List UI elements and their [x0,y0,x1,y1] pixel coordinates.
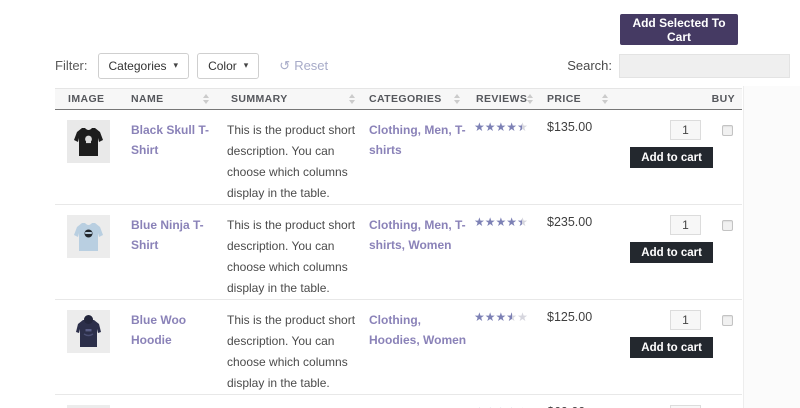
product-name-link[interactable]: Blue Ninja T-Shirt [119,215,223,255]
blue-woo-hoodie-thumbnail[interactable] [67,310,110,353]
product-name-link[interactable]: Black Skull T-Shirt [119,120,223,160]
add-selected-to-cart-button[interactable]: Add Selected To Cart [620,14,738,45]
image-cell: WOO [55,395,119,408]
filter-label: Filter: [55,58,88,73]
chevron-down-icon: ▾ [243,60,249,70]
table-row: Black Skull T-Shirt This is the product … [55,110,742,205]
star-rating: ★★★★★★ [474,215,528,229]
buy-cell: Add to cart [622,300,742,358]
color-filter-dropdown[interactable]: Color ▾ [197,52,260,79]
column-header-image: IMAGE [68,93,105,105]
image-cell [55,205,119,258]
categories-filter-dropdown[interactable]: Categories ▾ [97,52,190,79]
product-name-link[interactable]: Blue Woo Hoodie [119,310,223,350]
table-toolbar: Filter: Categories ▾ Color ▾ ↺ Reset Sea… [55,52,790,79]
product-price: $60.00 [547,395,622,408]
product-table-page: Add Selected To Cart Filter: Categories … [0,0,800,408]
product-summary: This is the product short description. Y… [227,123,356,200]
sort-icon[interactable] [602,94,608,104]
product-categories-links[interactable]: Clothing, Men, T-shirts [369,120,474,160]
add-to-cart-button[interactable]: Add to cart [630,242,713,263]
sort-icon[interactable] [527,94,534,104]
page-right-gutter [743,86,800,408]
column-header-reviews[interactable]: REVIEWS [474,93,547,105]
chevron-down-icon: ▾ [173,60,179,70]
quantity-input[interactable] [670,310,701,330]
buy-cell: Add to cart [622,205,742,263]
blue-ninja-t-shirt-thumbnail[interactable] [67,215,110,258]
column-header-buy: BUY [711,93,735,105]
image-cell [55,110,119,163]
reset-icon: ↺ [279,57,291,73]
add-to-cart-button[interactable]: Add to cart [630,147,713,168]
product-summary: This is the product short description. Y… [227,218,356,295]
categories-filter-label: Categories [108,58,167,73]
black-skull-t-shirt-thumbnail[interactable] [67,120,110,163]
product-table: IMAGE NAME SUMMARY CATEGORIES REVIEWS PR… [55,88,742,408]
reset-label: Reset [294,58,329,73]
select-product-checkbox[interactable] [722,219,733,231]
table-row: Blue Woo Hoodie This is the product shor… [55,300,742,395]
reset-filters-link[interactable]: ↺ Reset [279,58,328,74]
star-rating: ★★★★★★ [474,395,547,408]
table-header-row: IMAGE NAME SUMMARY CATEGORIES REVIEWS PR… [55,88,742,110]
table-row: WOO Blue Woo Poster This is the product … [55,395,742,408]
product-categories-links[interactable]: Clothing, Men, T-shirts, Women [369,215,474,255]
product-price: $125.00 [547,310,593,324]
buy-cell: Add to cart [622,395,742,408]
search-label: Search: [567,58,612,73]
select-product-checkbox[interactable] [722,124,733,136]
sort-icon[interactable] [454,94,460,104]
product-categories-links[interactable]: Clothing, Hoodies, Women [369,310,474,350]
quantity-input[interactable] [670,120,701,140]
quantity-input[interactable] [670,215,701,235]
column-header-summary[interactable]: SUMMARY [223,93,369,105]
buy-cell: Add to cart [622,110,742,168]
color-filter-label: Color [208,58,237,73]
star-rating: ★★★★★★ [474,310,528,324]
product-summary: This is the product short description. Y… [227,313,356,390]
image-cell [55,300,119,353]
search-input[interactable] [619,53,790,78]
column-header-categories[interactable]: CATEGORIES [369,93,474,105]
sort-icon[interactable] [203,94,209,104]
product-price: $135.00 [547,120,593,134]
product-price: $235.00 [547,215,593,229]
add-to-cart-button[interactable]: Add to cart [630,337,713,358]
product-summary: This is the product short description. Y… [223,395,369,408]
star-rating: ★★★★★★ [474,120,528,134]
table-row: Blue Ninja T-Shirt This is the product s… [55,205,742,300]
column-header-name[interactable]: NAME [119,93,223,105]
select-product-checkbox[interactable] [722,314,733,326]
sort-icon[interactable] [349,94,355,104]
column-header-price[interactable]: PRICE [547,93,622,105]
